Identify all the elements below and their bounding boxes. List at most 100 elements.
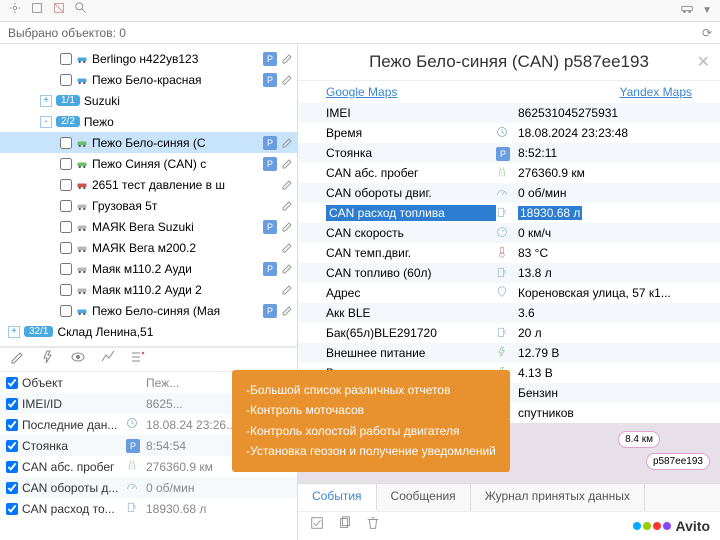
tree-item[interactable]: Пежо Бело-синяя (CP [0, 132, 297, 153]
check-icon[interactable] [310, 516, 324, 535]
row-icon: P [126, 438, 146, 453]
action-icon[interactable] [281, 74, 293, 86]
action-icon[interactable] [281, 263, 293, 275]
tree-item[interactable]: +1/1Suzuki [0, 90, 297, 111]
tree-item[interactable]: МАЯК Вега м200.2 [0, 237, 297, 258]
clear-icon[interactable] [52, 1, 66, 20]
tree-checkbox[interactable] [60, 284, 72, 296]
tree-item[interactable]: Маяк м110.2 Ауди 2 [0, 279, 297, 300]
info-label: Время [326, 126, 496, 140]
tree-checkbox[interactable] [60, 53, 72, 65]
detail-label: CAN обороты д... [6, 481, 126, 495]
action-icon[interactable] [281, 53, 293, 65]
vehicle-icon [76, 137, 88, 149]
tree-item[interactable]: Пежо Бело-синяя (МаяP [0, 300, 297, 321]
detail-label: Последние дан... [6, 418, 126, 432]
close-icon[interactable]: ✕ [697, 52, 710, 72]
tab[interactable]: Сообщения [377, 484, 471, 511]
row-checkbox[interactable] [6, 377, 18, 389]
info-row: CAN скорость0 км/ч [298, 223, 720, 243]
tree-item[interactable]: -2/2Пежо [0, 111, 297, 132]
parking-icon: P [263, 157, 277, 171]
action-icon[interactable] [281, 284, 293, 296]
info-label: CAN скорость [326, 226, 496, 240]
row-checkbox[interactable] [6, 461, 18, 473]
detail-label: IMEI/ID [6, 397, 126, 411]
tree-item[interactable]: МАЯК Вега SuzukiP [0, 216, 297, 237]
action-icon[interactable] [281, 200, 293, 212]
tree-item[interactable]: Грузовая 5т [0, 195, 297, 216]
tree-checkbox[interactable] [60, 137, 72, 149]
car-icon[interactable] [680, 1, 694, 20]
google-maps-link[interactable]: Google Maps [326, 85, 397, 99]
count-badge: 2/2 [56, 116, 80, 127]
tree-checkbox[interactable] [60, 200, 72, 212]
tree-checkbox[interactable] [60, 158, 72, 170]
action-icon[interactable] [281, 179, 293, 191]
info-value: 18.08.2024 23:23:48 [518, 126, 692, 140]
tree-item[interactable]: +32/1 Склад Ленина,51 [0, 321, 297, 342]
expand-icon[interactable]: + [8, 326, 20, 338]
info-value: 13.8 л [518, 266, 692, 280]
info-row: CAN топливо (60л)13.8 л [298, 263, 720, 283]
info-row: CAN темп.двиг.83 °C [298, 243, 720, 263]
row-checkbox[interactable] [6, 482, 18, 494]
info-label: Бак(65л)BLE291720 [326, 326, 496, 340]
action-icon[interactable] [281, 158, 293, 170]
settings-icon[interactable] [8, 1, 22, 20]
vehicle-title: Пежо Бело-синяя (CAN) р587ее193 [369, 52, 649, 71]
tree-item[interactable]: 2651 тест давление в ш [0, 174, 297, 195]
info-value: 83 °C [518, 246, 692, 260]
lightning-icon[interactable] [40, 349, 56, 370]
edit-icon[interactable] [10, 349, 26, 370]
tree-label: Пежо Бело-красная [92, 73, 202, 87]
tree-item[interactable]: Пежо Синяя (CAN) сP [0, 153, 297, 174]
info-row: СтоянкаP8:52:11 [298, 143, 720, 163]
tree-checkbox[interactable] [60, 179, 72, 191]
square-icon[interactable] [30, 1, 44, 20]
row-checkbox[interactable] [6, 419, 18, 431]
avito-watermark: Avito [633, 518, 710, 534]
row-icon: P [496, 146, 518, 161]
count-badge: 32/1 [24, 326, 53, 337]
tab[interactable]: События [298, 484, 377, 511]
refresh-icon[interactable]: ⟳ [702, 26, 712, 40]
eye-icon[interactable] [70, 349, 86, 370]
tree-checkbox[interactable] [60, 263, 72, 275]
parking-icon: P [263, 73, 277, 87]
info-row: Бак(65л)BLE29172020 л [298, 323, 720, 343]
tree-item[interactable]: Berlingo н422ув123P [0, 48, 297, 69]
tree-item[interactable]: Пежо Бело-красная P [0, 69, 297, 90]
tree-checkbox[interactable] [60, 74, 72, 86]
row-checkbox[interactable] [6, 440, 18, 452]
menu-close-icon[interactable] [130, 349, 146, 370]
tree-checkbox[interactable] [60, 242, 72, 254]
tree-item[interactable]: Маяк м110.2 АудиP [0, 258, 297, 279]
action-icon[interactable] [281, 305, 293, 317]
row-icon [496, 266, 518, 281]
copy-icon[interactable] [338, 516, 352, 535]
tree-label: Склад Ленина,51 [57, 325, 153, 339]
action-icon[interactable] [281, 242, 293, 254]
detail-label: CAN расход то... [6, 502, 126, 516]
action-icon[interactable] [281, 137, 293, 149]
tree-checkbox[interactable] [60, 221, 72, 233]
expand-icon[interactable]: + [40, 95, 52, 107]
info-label: IMEI [326, 106, 496, 120]
tab[interactable]: Журнал принятых данных [471, 484, 645, 511]
tree-checkbox[interactable] [60, 305, 72, 317]
row-icon [496, 346, 518, 361]
row-checkbox[interactable] [6, 503, 18, 515]
chevron-down-icon[interactable]: ▼ [702, 5, 712, 16]
search-icon[interactable] [74, 1, 88, 20]
yandex-maps-link[interactable]: Yandex Maps [620, 85, 693, 99]
trash-icon[interactable] [366, 516, 380, 535]
info-label: Акк BLE [326, 306, 496, 320]
info-label: Внешнее питание [326, 346, 496, 360]
row-checkbox[interactable] [6, 398, 18, 410]
info-value: Кореновская улица, 57 к1... [518, 286, 692, 300]
expand-icon[interactable]: - [40, 116, 52, 128]
chart-icon[interactable] [100, 349, 116, 370]
action-icon[interactable] [281, 221, 293, 233]
vehicle-icon [76, 263, 88, 275]
